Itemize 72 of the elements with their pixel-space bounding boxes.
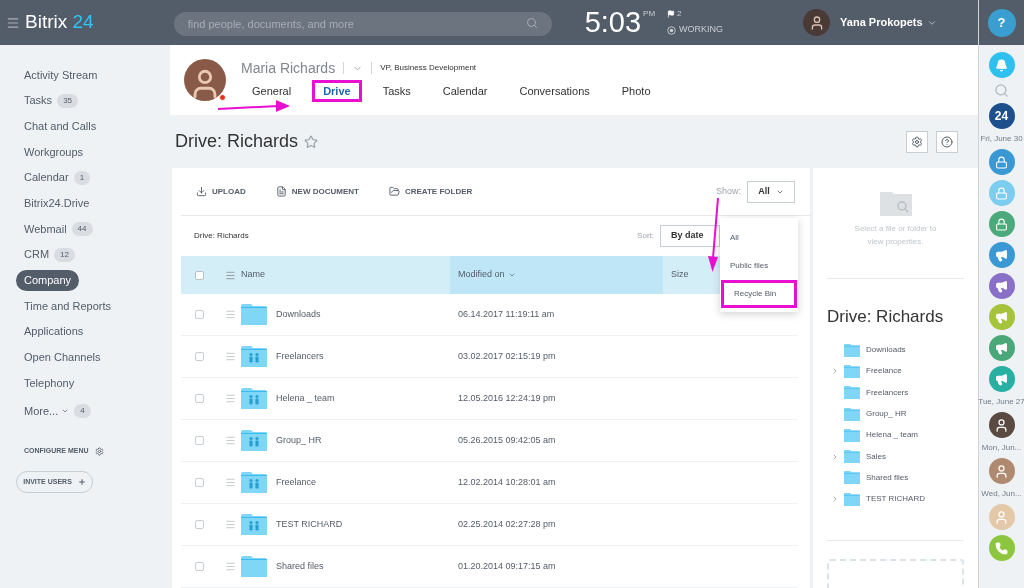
sidebar-item[interactable]: Company <box>16 270 80 291</box>
sort-select[interactable]: By date <box>660 225 720 247</box>
column-header[interactable]: Name <box>236 256 450 294</box>
sidebar-item[interactable]: Bitrix24.Drive <box>16 193 98 214</box>
folder-name[interactable]: Group_ HR <box>276 433 322 448</box>
sidebar-item[interactable]: Workgroups <box>16 141 92 163</box>
modified-date: 12.02.2014 10:28:01 am <box>457 475 556 489</box>
tree-item[interactable]: Downloads <box>866 344 906 357</box>
tree-item[interactable]: Group_ HR <box>866 408 907 421</box>
modified-date: 01.20.2014 09:17:15 am <box>457 559 556 573</box>
sidebar-item[interactable]: Open Channels <box>16 347 109 368</box>
profile-tab[interactable]: General <box>241 80 303 102</box>
toolbar-button[interactable]: UPLOAD <box>196 185 246 198</box>
count-badge: 35 <box>57 93 79 108</box>
profile-tab[interactable]: Drive <box>312 80 362 102</box>
folder-name[interactable]: Freelancers <box>276 349 324 364</box>
modified-date: 05.26.2015 09:42:05 am <box>457 433 556 447</box>
folder-name[interactable]: Shared files <box>276 559 324 574</box>
tree-title: Drive: Richards <box>827 306 945 328</box>
folder-name[interactable]: Helena _ team <box>276 391 335 406</box>
modified-date: 06.14.2017 11:19:11 am <box>457 307 555 321</box>
tree-item[interactable]: Sales <box>866 450 886 463</box>
show-select[interactable]: All <box>747 180 795 203</box>
tree-item[interactable]: Freelance <box>866 365 902 378</box>
flag-count: 2 <box>677 8 682 21</box>
profile-name: Maria Richards <box>241 59 336 77</box>
menu-item[interactable]: Public files <box>720 252 798 280</box>
date-label: Fri, June 30 <box>980 134 1023 144</box>
profile-tab[interactable]: Calendar <box>431 80 499 102</box>
clock-time: 5:03 <box>584 8 642 37</box>
toolbar-button[interactable]: CREATE FOLDER <box>388 185 473 198</box>
more-item[interactable]: More... <box>24 402 59 420</box>
date-label: Wed, Jun... <box>981 489 1022 499</box>
tree-item[interactable]: Shared files <box>866 471 909 484</box>
search-field[interactable]: find people, documents, and more <box>173 11 552 36</box>
sidebar-item[interactable]: Telephony <box>16 372 83 394</box>
modified-date: 02.25.2014 02:27:28 pm <box>457 517 556 531</box>
folder-name[interactable]: Freelance <box>276 475 317 490</box>
sidebar-item[interactable]: Time and Reports <box>16 295 120 317</box>
folder-name[interactable]: Downloads <box>276 307 321 322</box>
profile-tab[interactable]: Tasks <box>371 80 422 102</box>
breadcrumb[interactable]: Drive: Richards <box>194 230 249 242</box>
work-status[interactable]: WORKING <box>679 23 724 37</box>
folder-name[interactable]: TEST RICHARD <box>276 517 343 532</box>
tree-item[interactable]: Helena _ team <box>866 429 919 442</box>
profile-tab[interactable]: Conversations <box>508 80 601 102</box>
count-badge: 4 <box>74 403 91 418</box>
sidebar-item[interactable]: Applications <box>16 321 92 342</box>
tree-item[interactable]: Freelancers <box>866 386 909 399</box>
modified-date: 03.02.2017 02:15:19 pm <box>457 349 556 363</box>
date-label: Tue, June 27 <box>978 397 1024 407</box>
page-title: Drive: Richards <box>175 130 299 153</box>
tree-item[interactable]: TEST RICHARD <box>866 493 925 506</box>
date-label: Mon, Jun... <box>981 443 1022 453</box>
count-badge: 44 <box>71 221 93 236</box>
modified-date: 12.05.2016 12:24:19 pm <box>457 391 556 405</box>
menu-item[interactable]: All <box>720 224 798 252</box>
user-name[interactable]: Yana Prokopets <box>840 14 923 31</box>
profile-position: VP, Business Development <box>380 62 477 74</box>
toolbar-button[interactable]: NEW DOCUMENT <box>275 185 359 198</box>
menu-item[interactable]: Recycle Bin <box>721 280 797 308</box>
sidebar-item[interactable]: Activity Stream <box>16 64 106 86</box>
profile-tab[interactable]: Photo <box>610 80 662 102</box>
sidebar-item[interactable]: Chat and Calls <box>16 115 105 137</box>
show-label: Show: <box>716 184 741 198</box>
column-header[interactable]: Modified on <box>450 256 663 294</box>
count-badge: 12 <box>54 247 75 262</box>
sort-label: Sort: <box>637 230 654 242</box>
logo[interactable]: Bitrix 24 <box>25 8 94 37</box>
logo-badge[interactable]: 24 <box>988 103 1015 129</box>
clock-ampm: PM <box>643 8 656 20</box>
count-badge: 1 <box>73 170 91 185</box>
